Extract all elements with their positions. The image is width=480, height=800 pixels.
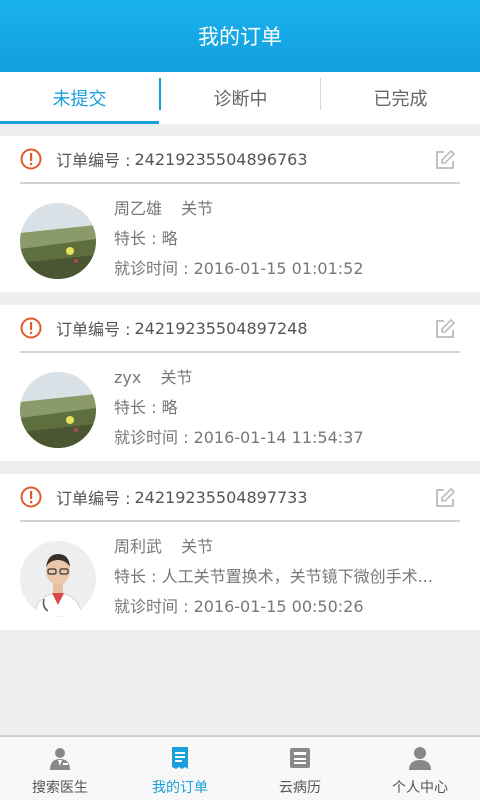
doctor-name: 周利武	[114, 537, 163, 556]
page-title: 我的订单	[198, 25, 282, 49]
nav-search-doctor[interactable]: 搜索医生	[0, 737, 120, 800]
title-bar: 我的订单	[0, 0, 480, 72]
nav-cloud-records[interactable]: 云病历	[240, 737, 360, 800]
doctor-name-line: 周乙雄 关节	[114, 194, 460, 224]
doctor-specialty: 特长 : 人工关节置换术，关节镜下微创手术...	[114, 567, 433, 586]
medical-record-icon	[290, 748, 310, 768]
doctor-name-line: 周利武 关节	[114, 532, 460, 562]
doctor-name: 周乙雄	[114, 199, 163, 218]
doctor-department: 关节	[181, 537, 214, 556]
order-list: 订单编号 : 24219235504896763 周乙雄 关节 特长: 略 就…	[0, 136, 480, 643]
doctor-search-icon	[50, 748, 70, 770]
tab-label: 已完成	[373, 89, 428, 110]
doctor-info: 周利武 关节 特长 : 人工关节置换术，关节镜下微创手术... 就诊时间 : 2…	[114, 532, 460, 622]
edit-icon[interactable]	[434, 149, 456, 171]
nav-label: 个人中心	[392, 780, 448, 796]
person-icon	[409, 747, 431, 770]
doctor-avatar	[20, 372, 96, 448]
nav-label: 搜索医生	[32, 780, 88, 796]
order-header: 订单编号 : 24219235504897733	[20, 474, 460, 522]
tab-completed[interactable]: 已完成	[321, 72, 480, 124]
nav-label: 我的订单	[152, 780, 208, 796]
order-number-label: 订单编号 :	[56, 320, 131, 339]
order-status-tabs: 未提交 诊断中 已完成	[0, 72, 480, 124]
doctor-name: zyx	[114, 368, 142, 387]
order-icon	[172, 747, 188, 769]
doctor-avatar	[20, 541, 96, 617]
order-number: 24219235504896763	[134, 149, 308, 169]
nav-label: 云病历	[279, 780, 321, 796]
tab-label: 诊断中	[213, 89, 268, 110]
doctor-info: zyx 关节 特长 : 略 就诊时间 : 2016-01-14 11:54:37	[114, 363, 460, 453]
doctor-photo-icon	[20, 541, 96, 617]
doctor-specialty: 特长 : 略	[114, 229, 178, 248]
order-header: 订单编号 : 24219235504896763	[20, 136, 460, 184]
visit-time: 就诊时间 : 2016-01-15 00:50:26	[114, 597, 364, 616]
tab-unsubmitted[interactable]: 未提交	[0, 72, 159, 124]
landscape-photo-icon	[20, 203, 96, 279]
order-number-label: 订单编号 :	[56, 151, 131, 170]
order-header: 订单编号 : 24219235504897248	[20, 305, 460, 353]
doctor-info: 周乙雄 关节 特长 : 略 就诊时间 : 2016-01-15 01:01:52	[114, 194, 460, 284]
order-card[interactable]: 订单编号 : 24219235504897248 zyx 关节 特长: 略 就…	[0, 305, 480, 461]
tab-label: 未提交	[52, 89, 107, 110]
visit-time: 就诊时间 : 2016-01-15 01:01:52	[114, 259, 364, 278]
doctor-avatar	[20, 203, 96, 279]
bottom-navigation: 搜索医生 我的订单 云病历 个人中心	[0, 735, 480, 800]
visit-time: 就诊时间 : 2016-01-14 11:54:37	[114, 428, 364, 447]
order-number-label: 订单编号 :	[56, 489, 131, 508]
order-card[interactable]: 订单编号 : 24219235504896763 周乙雄 关节 特长: 略 就…	[0, 136, 480, 292]
nav-my-orders[interactable]: 我的订单	[120, 737, 240, 800]
doctor-name-line: zyx 关节	[114, 363, 460, 393]
order-card[interactable]: 订单编号 : 24219235504897733 周利武 关节 特长: 人工关…	[0, 474, 480, 630]
edit-icon[interactable]	[434, 318, 456, 340]
tab-diagnosing[interactable]: 诊断中	[161, 72, 320, 124]
nav-personal-center[interactable]: 个人中心	[360, 737, 480, 800]
alert-icon	[20, 486, 42, 508]
edit-icon[interactable]	[434, 487, 456, 509]
doctor-department: 关节	[181, 199, 214, 218]
alert-icon	[20, 148, 42, 170]
order-number: 24219235504897248	[134, 318, 308, 338]
order-number: 24219235504897733	[134, 487, 308, 507]
alert-icon	[20, 317, 42, 339]
doctor-department: 关节	[160, 368, 193, 387]
landscape-photo-icon	[20, 372, 96, 448]
doctor-specialty: 特长 : 略	[114, 398, 178, 417]
